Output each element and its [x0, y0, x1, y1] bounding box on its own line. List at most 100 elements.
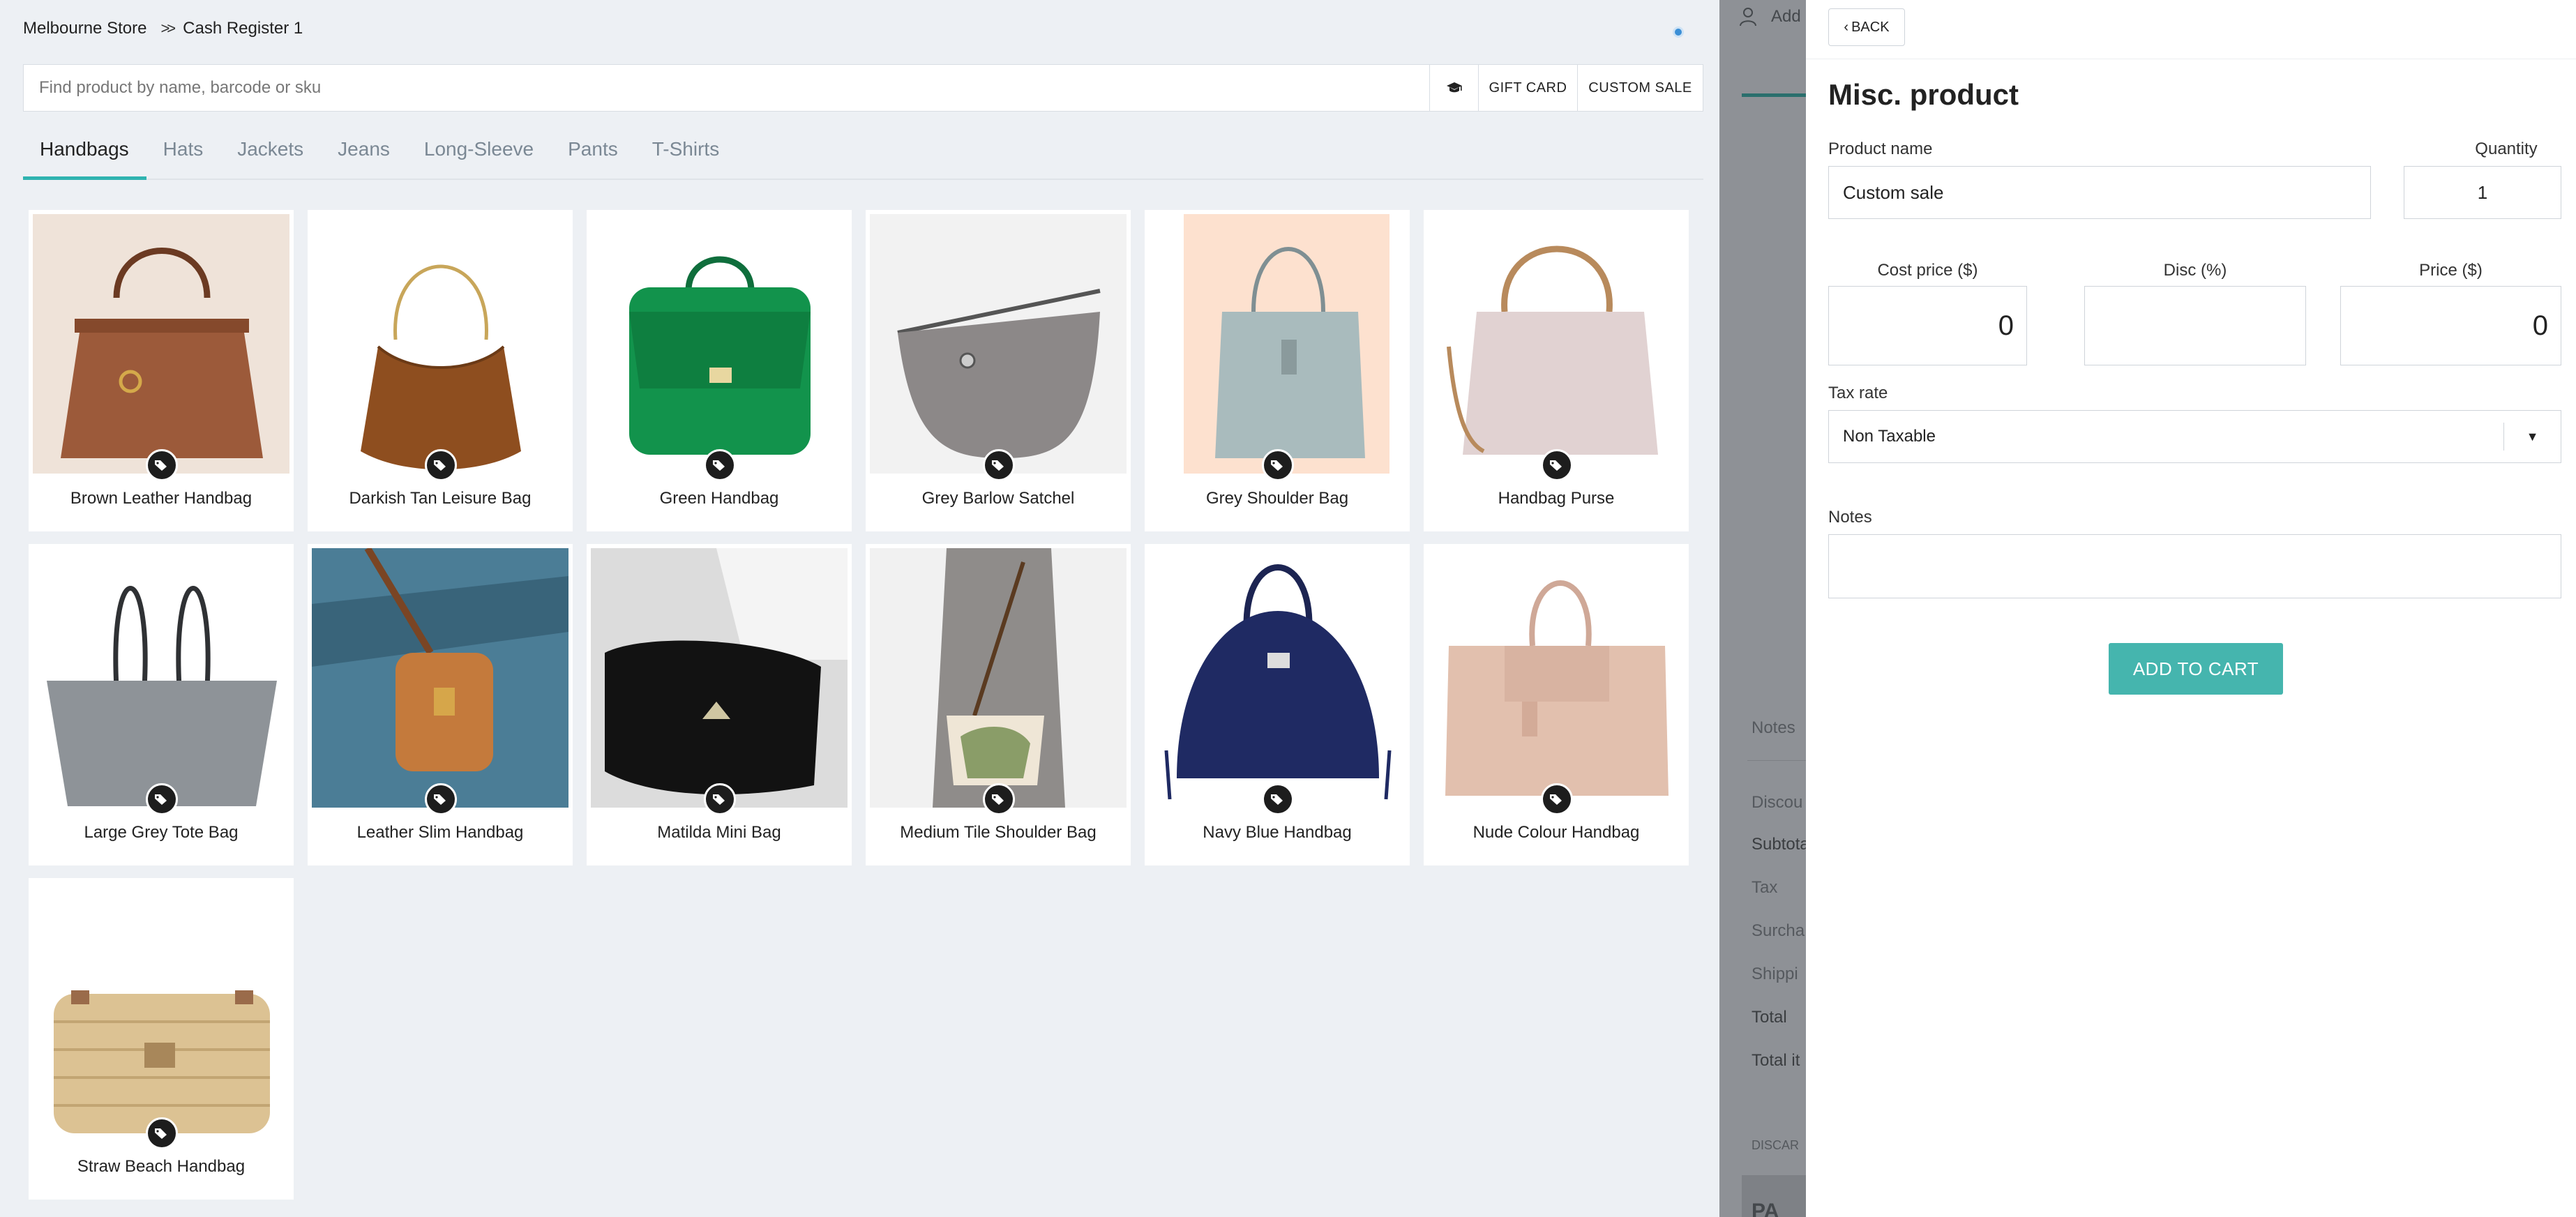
- product-image: [33, 214, 289, 474]
- cart-sidebar-overlay: Add Notes Discou Subtota Tax Surcha Ship…: [1719, 0, 1806, 1217]
- price-tag-icon: [146, 783, 178, 815]
- product-image: [1149, 548, 1406, 808]
- tab-long-sleeve[interactable]: Long-Sleeve: [407, 133, 551, 179]
- category-tabs: Handbags Hats Jackets Jeans Long-Sleeve …: [23, 133, 1703, 180]
- cart-discount: Discou: [1752, 793, 1803, 812]
- product-image: [33, 548, 289, 808]
- custom-sale-button[interactable]: CUSTOM SALE: [1577, 65, 1703, 111]
- price-field[interactable]: [2340, 286, 2561, 365]
- price-tag-icon: [704, 449, 736, 481]
- back-button[interactable]: ‹ BACK: [1828, 8, 1905, 46]
- tab-jackets[interactable]: Jackets: [220, 133, 321, 179]
- cart-total: Total: [1752, 1008, 1787, 1027]
- product-card[interactable]: Straw Beach Handbag: [29, 878, 294, 1200]
- tax-rate-select[interactable]: Non Taxable ▼: [1828, 410, 2561, 463]
- tab-pants[interactable]: Pants: [551, 133, 635, 179]
- graduation-cap-button[interactable]: [1429, 65, 1478, 111]
- product-card[interactable]: Brown Leather Handbag: [29, 210, 294, 531]
- search-input[interactable]: [24, 65, 1429, 111]
- product-image: [33, 882, 289, 1142]
- quantity-label: Quantity: [2475, 139, 2538, 158]
- price-tag-icon: [146, 1117, 178, 1149]
- product-card[interactable]: Nude Colour Handbag: [1424, 544, 1689, 865]
- product-card[interactable]: Navy Blue Handbag: [1145, 544, 1410, 865]
- product-image: [591, 548, 848, 808]
- panel-title: Misc. product: [1828, 78, 2019, 111]
- price-tag-icon: [983, 449, 1015, 481]
- caret-down-icon: ▼: [2503, 423, 2561, 451]
- cart-tax: Tax: [1752, 878, 1778, 897]
- product-name-label: Product name: [1828, 139, 1933, 158]
- cart-total-items: Total it: [1752, 1051, 1800, 1070]
- tab-jeans[interactable]: Jeans: [321, 133, 407, 179]
- product-name: Darkish Tan Leisure Bag: [349, 489, 532, 508]
- graduation-cap-icon: [1446, 82, 1462, 93]
- product-card[interactable]: Grey Barlow Satchel: [866, 210, 1131, 531]
- product-name: Navy Blue Handbag: [1203, 823, 1352, 842]
- price-tag-icon: [704, 783, 736, 815]
- misc-product-panel: ‹ BACK Misc. product Product name Quanti…: [1806, 0, 2576, 1217]
- search-bar: GIFT CARD CUSTOM SALE: [23, 64, 1703, 112]
- price-tag-icon: [1541, 449, 1573, 481]
- breadcrumb-separator-icon: >>: [160, 20, 176, 37]
- notes-field[interactable]: [1828, 534, 2561, 598]
- add-customer-label: Add: [1771, 7, 1801, 26]
- chevron-left-icon: ‹: [1844, 19, 1849, 35]
- tax-rate-value: Non Taxable: [1843, 427, 1936, 446]
- price-tag-icon: [146, 449, 178, 481]
- add-to-cart-button[interactable]: ADD TO CART: [2109, 643, 2283, 695]
- breadcrumb-store[interactable]: Melbourne Store: [23, 19, 146, 38]
- product-name: Grey Barlow Satchel: [921, 489, 1075, 508]
- product-card[interactable]: Handbag Purse: [1424, 210, 1689, 531]
- tab-hats[interactable]: Hats: [146, 133, 221, 179]
- product-image: [1428, 214, 1685, 474]
- price-tag-icon: [425, 783, 457, 815]
- discount-label: Disc (%): [2163, 261, 2227, 280]
- settings-icon[interactable]: [1673, 27, 1684, 38]
- tab-handbags[interactable]: Handbags: [23, 133, 146, 180]
- user-icon: [1740, 8, 1756, 27]
- cart-subtotal: Subtota: [1752, 835, 1806, 854]
- product-name: Straw Beach Handbag: [77, 1157, 246, 1176]
- tab-t-shirts[interactable]: T-Shirts: [635, 133, 737, 179]
- quantity-field[interactable]: [2404, 166, 2561, 219]
- pos-main-area: Melbourne Store >> Cash Register 1 GIFT …: [0, 0, 1719, 1217]
- product-card[interactable]: Leather Slim Handbag: [308, 544, 573, 865]
- cart-discard: DISCAR: [1752, 1138, 1800, 1152]
- product-name: Large Grey Tote Bag: [84, 823, 239, 842]
- price-tag-icon: [425, 449, 457, 481]
- price-label: Price ($): [2419, 261, 2483, 280]
- product-name: Grey Shoulder Bag: [1205, 489, 1349, 508]
- product-card[interactable]: Large Grey Tote Bag: [29, 544, 294, 865]
- breadcrumb-register[interactable]: Cash Register 1: [183, 19, 303, 38]
- gift-card-button[interactable]: GIFT CARD: [1478, 65, 1577, 111]
- product-image: [870, 214, 1127, 474]
- product-card[interactable]: Matilda Mini Bag: [587, 544, 852, 865]
- price-tag-icon: [983, 783, 1015, 815]
- product-card[interactable]: Darkish Tan Leisure Bag: [308, 210, 573, 531]
- back-label: BACK: [1851, 19, 1890, 35]
- product-name-field[interactable]: [1828, 166, 2371, 219]
- price-tag-icon: [1541, 783, 1573, 815]
- product-name: Matilda Mini Bag: [657, 823, 781, 842]
- price-tag-icon: [1262, 783, 1294, 815]
- cart-notes: Notes: [1752, 718, 1795, 737]
- cart-tab-indicator: [1742, 93, 1806, 97]
- product-image: [870, 548, 1127, 808]
- breadcrumb: Melbourne Store >> Cash Register 1: [23, 17, 303, 40]
- product-name: Leather Slim Handbag: [356, 823, 524, 842]
- cart-pay: PA: [1752, 1200, 1779, 1217]
- product-name: Handbag Purse: [1498, 489, 1615, 508]
- cost-price-field[interactable]: [1828, 286, 2027, 365]
- product-card[interactable]: Medium Tile Shoulder Bag: [866, 544, 1131, 865]
- cost-price-label: Cost price ($): [1877, 261, 1978, 280]
- product-name: Green Handbag: [659, 489, 779, 508]
- product-card[interactable]: Green Handbag: [587, 210, 852, 531]
- product-name: Medium Tile Shoulder Bag: [900, 823, 1097, 842]
- product-name: Brown Leather Handbag: [70, 489, 253, 508]
- product-card[interactable]: Grey Shoulder Bag: [1145, 210, 1410, 531]
- discount-field[interactable]: [2084, 286, 2306, 365]
- notes-label: Notes: [1828, 508, 1872, 527]
- product-image: [312, 548, 568, 808]
- product-image: [591, 214, 848, 474]
